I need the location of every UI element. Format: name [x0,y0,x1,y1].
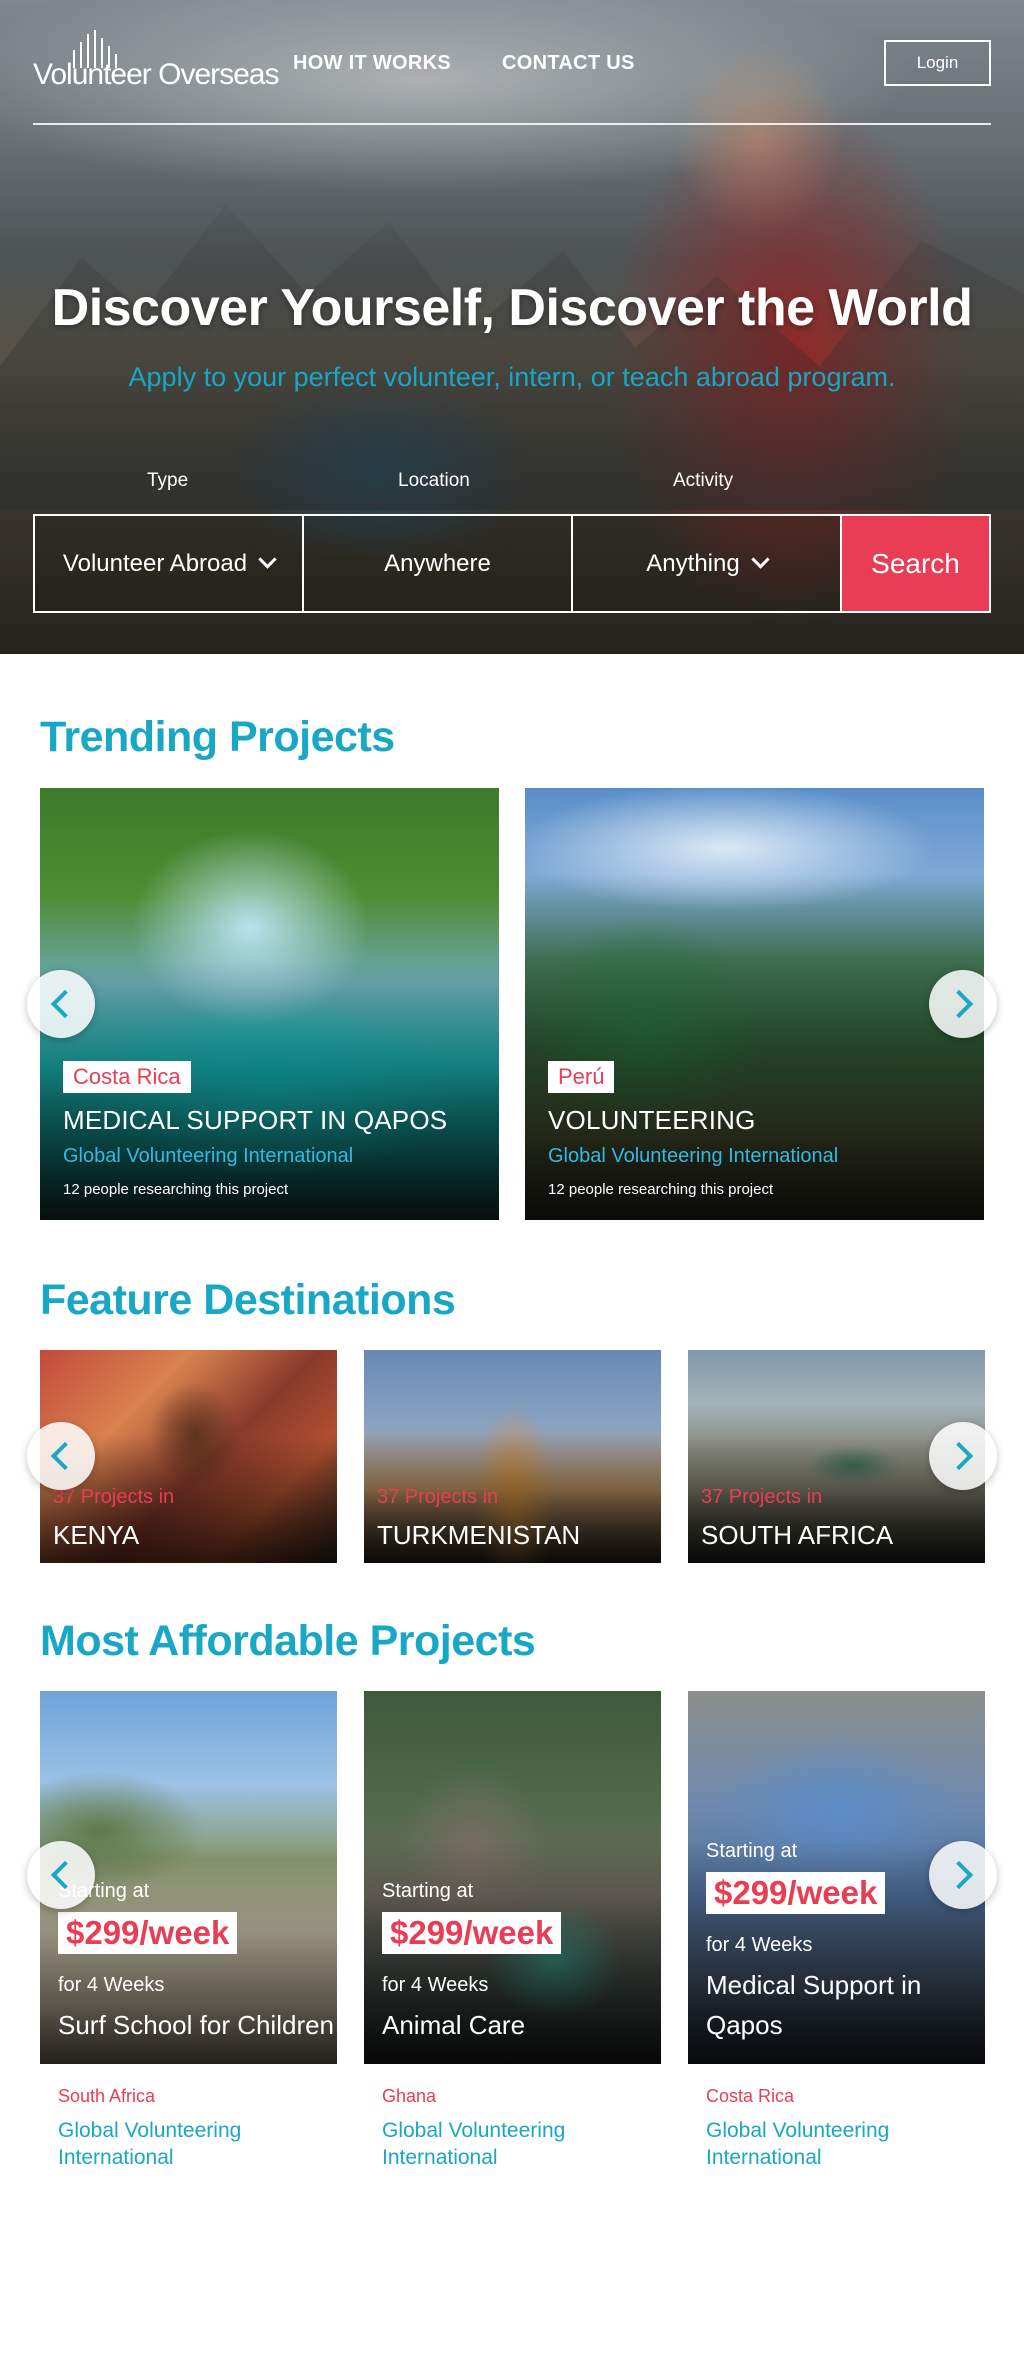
country-tag: Costa Rica [63,1061,191,1093]
location-input[interactable]: Anywhere [304,516,573,611]
trending-card[interactable]: Costa Rica MEDICAL SUPPORT IN QAPOS Glob… [40,788,499,1220]
location-label: Location [398,470,470,491]
location-value: Anywhere [384,549,491,577]
destination-card[interactable]: 37 Projects in TURKMENISTAN [364,1350,661,1563]
destinations-prev-button[interactable] [27,1422,95,1490]
activity-label: Activity [673,470,734,491]
type-dropdown[interactable]: Volunteer Abroad [35,516,304,611]
project-country: Ghana [382,2086,437,2106]
destination-count: 37 Projects in [377,1486,499,1508]
duration-label: for 4 Weeks [58,1974,165,1996]
type-label: Type [147,470,189,491]
price-badge: $299/week [706,1872,886,1914]
starting-label: Starting at [706,1840,798,1862]
destination-name: KENYA [53,1520,140,1550]
site-logo[interactable]: Volunteer Overseas [33,30,279,96]
hero-subtitle: Apply to your perfect volunteer, intern,… [128,362,896,392]
login-button[interactable]: Login [884,40,991,86]
logo-text: Volunteer Overseas [33,58,279,91]
chevron-left-icon [50,1441,80,1471]
chevron-right-icon [944,1441,974,1471]
chevron-right-icon [944,989,974,1019]
affordable-prev-button[interactable] [27,1841,95,1909]
search-button[interactable]: Search [842,516,989,611]
nav-contact-us[interactable]: CONTACT US [502,52,635,75]
project-org-link[interactable]: Global Volunteering International [382,2117,642,2171]
project-meta: 12 people researching this project [548,1181,774,1198]
project-org: Global Volunteering International [548,1145,839,1167]
price-badge: $299/week [58,1912,238,1954]
destination-name: TURKMENISTAN [377,1520,581,1550]
duration-label: for 4 Weeks [706,1934,813,1956]
chevron-down-icon [751,550,770,569]
chevron-left-icon [50,989,80,1019]
project-country: South Africa [58,2086,156,2106]
activity-dropdown[interactable]: Anything [573,516,842,611]
chevron-down-icon [258,550,277,569]
starting-label: Starting at [382,1880,474,1902]
trending-title: Trending Projects [40,713,395,761]
project-org-link[interactable]: Global Volunteering International [706,2117,966,2171]
chevron-left-icon [50,1860,80,1890]
activity-value: Anything [646,549,740,577]
destinations-next-button[interactable] [929,1422,997,1490]
affordable-next-button[interactable] [929,1841,997,1909]
destinations-title: Feature Destinations [40,1276,456,1324]
chevron-right-icon [944,1860,974,1890]
destination-count: 37 Projects in [701,1486,823,1508]
trending-prev-button[interactable] [27,970,95,1038]
hero-section: Volunteer Overseas HOW IT WORKS CONTACT … [0,0,1024,654]
search-bar: Volunteer Abroad Anywhere Anything Searc… [33,514,991,613]
project-title: MEDICAL SUPPORT IN QAPOS [63,1105,448,1135]
trending-card[interactable]: Perú VOLUNTEERING Global Volunteering In… [525,788,984,1220]
affordable-title: Most Affordable Projects [40,1617,536,1665]
price-badge: $299/week [382,1912,562,1954]
project-title: Medical Support in Qapos [706,1970,922,2040]
hero-title: Discover Yourself, Discover the World [51,279,973,337]
duration-label: for 4 Weeks [382,1974,489,1996]
type-value: Volunteer Abroad [62,549,248,577]
trending-next-button[interactable] [929,970,997,1038]
project-country: Costa Rica [706,2086,795,2106]
destination-count: 37 Projects in [53,1486,175,1508]
project-title: Surf School for Children [58,2010,335,2040]
nav-how-it-works[interactable]: HOW IT WORKS [293,52,451,75]
project-title: VOLUNTEERING [548,1105,756,1135]
project-title: Animal Care [382,2010,526,2040]
nav-divider [33,123,991,125]
project-meta: 12 people researching this project [63,1181,289,1198]
project-org-link[interactable]: Global Volunteering International [58,2117,318,2171]
affordable-card[interactable]: Starting at $299/week for 4 Weeks Animal… [364,1691,661,2064]
project-org: Global Volunteering International [63,1145,354,1167]
country-tag: Perú [548,1061,615,1093]
destination-name: SOUTH AFRICA [701,1520,894,1550]
